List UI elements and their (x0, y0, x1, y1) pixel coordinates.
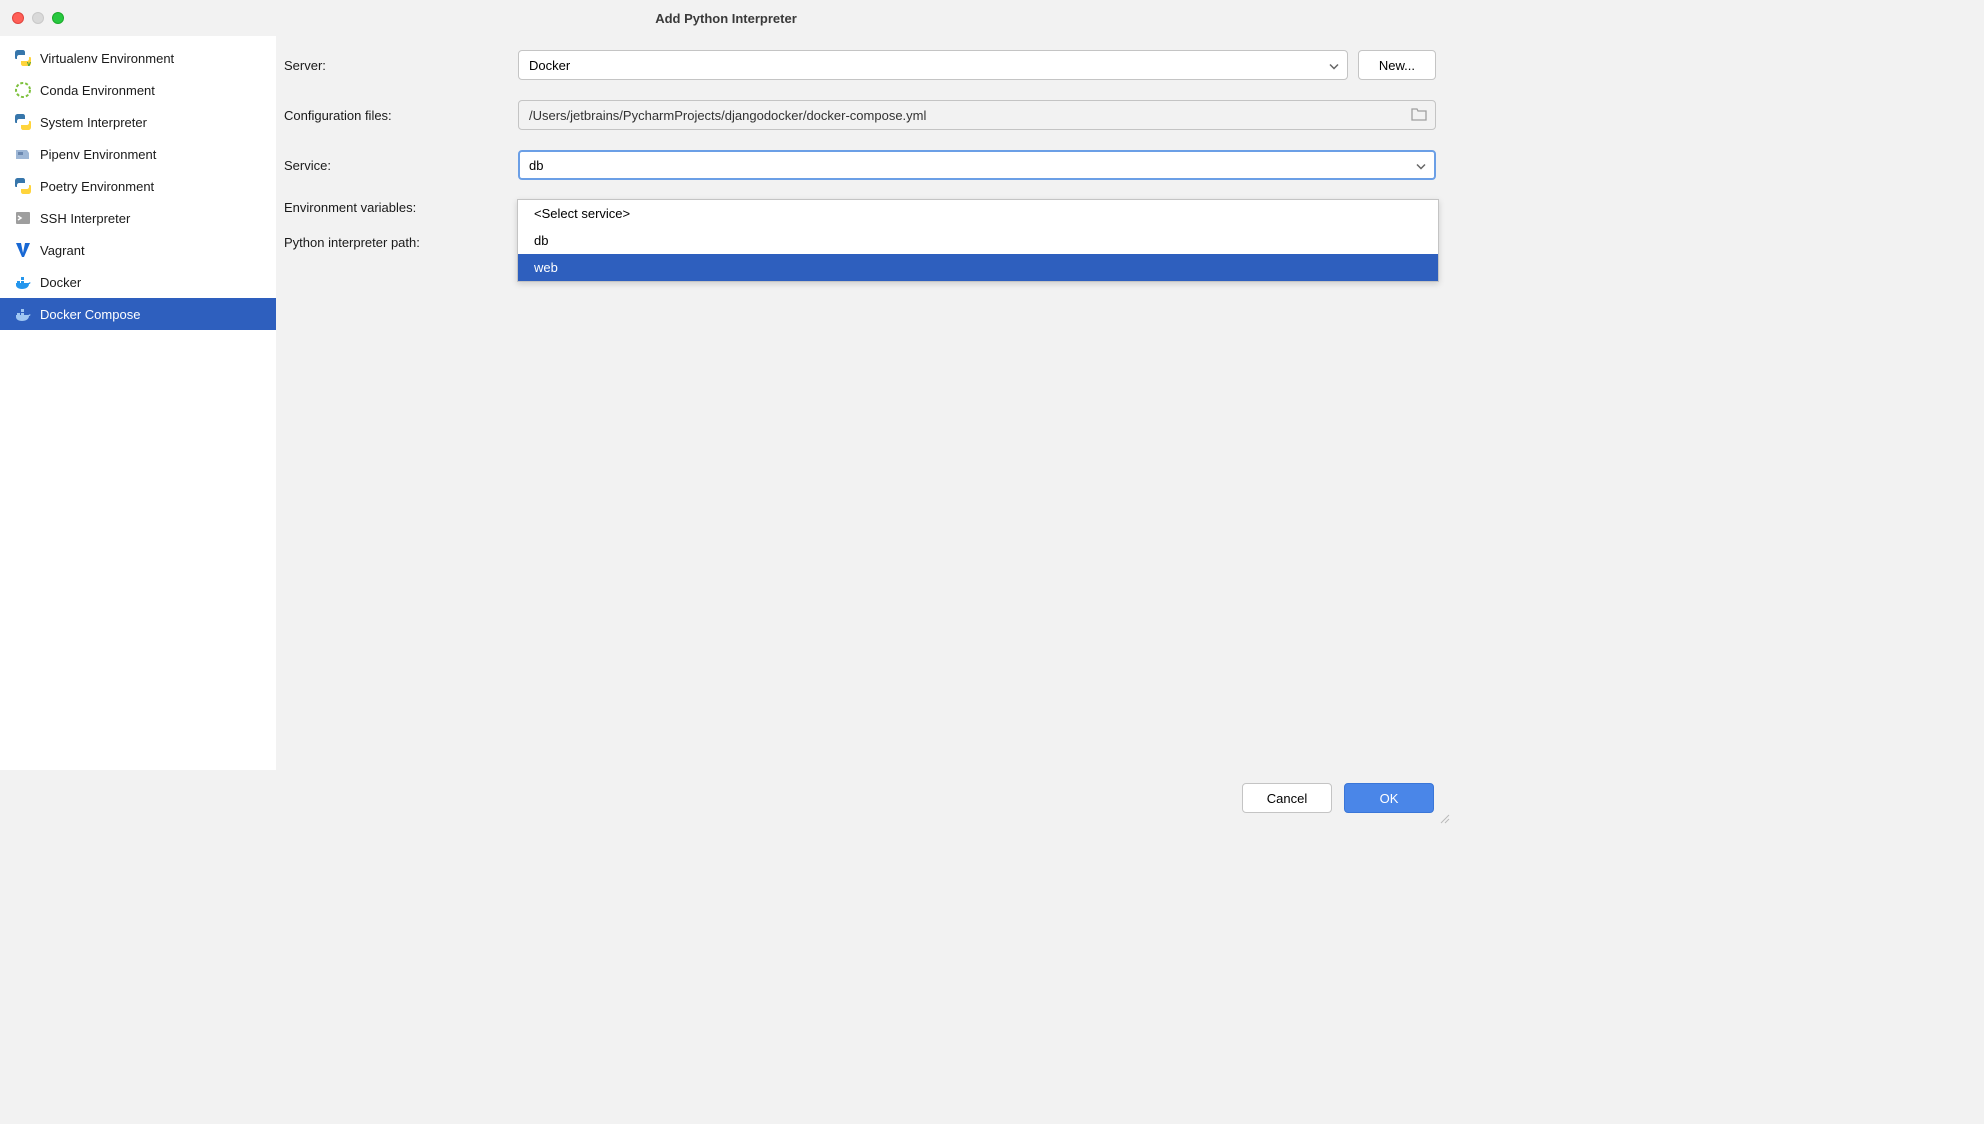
sidebar-item-label: Vagrant (40, 243, 85, 258)
sidebar-item-docker-compose[interactable]: Docker Compose (0, 298, 276, 330)
interpreter-path-label: Python interpreter path: (284, 235, 506, 250)
sidebar-item-poetry[interactable]: Poetry Environment (0, 170, 276, 202)
poetry-icon (14, 177, 32, 195)
sidebar-item-label: Docker Compose (40, 307, 140, 322)
dialog-footer: Cancel OK (0, 770, 1452, 826)
sidebar-item-label: SSH Interpreter (40, 211, 130, 226)
config-files-label: Configuration files: (284, 108, 506, 123)
service-select-value: db (529, 158, 543, 173)
vagrant-icon (14, 241, 32, 259)
server-label: Server: (284, 58, 506, 73)
sidebar-item-label: Pipenv Environment (40, 147, 156, 162)
sidebar-item-docker[interactable]: Docker (0, 266, 276, 298)
service-row: Service: db (284, 150, 1436, 180)
titlebar: Add Python Interpreter (0, 0, 1452, 36)
sidebar-item-ssh[interactable]: SSH Interpreter (0, 202, 276, 234)
window-title: Add Python Interpreter (0, 11, 1452, 26)
service-select[interactable]: db (518, 150, 1436, 180)
server-row: Server: Docker New... (284, 50, 1436, 80)
config-files-input[interactable]: /Users/jetbrains/PycharmProjects/djangod… (518, 100, 1436, 130)
service-option-db[interactable]: db (518, 227, 1438, 254)
docker-compose-icon (14, 305, 32, 323)
config-files-value: /Users/jetbrains/PycharmProjects/djangod… (529, 108, 926, 123)
config-files-row: Configuration files: /Users/jetbrains/Py… (284, 100, 1436, 130)
env-vars-label: Environment variables: (284, 200, 506, 215)
python-venv-icon: v (14, 49, 32, 67)
close-window-button[interactable] (12, 12, 24, 24)
sidebar-item-label: Virtualenv Environment (40, 51, 174, 66)
service-label: Service: (284, 158, 506, 173)
minimize-window-button[interactable] (32, 12, 44, 24)
maximize-window-button[interactable] (52, 12, 64, 24)
pipenv-icon (14, 145, 32, 163)
sidebar-item-system[interactable]: System Interpreter (0, 106, 276, 138)
server-select[interactable]: Docker (518, 50, 1348, 80)
main-content: v Virtualenv Environment Conda Environme… (0, 36, 1452, 770)
svg-text:v: v (27, 61, 31, 67)
service-option-web[interactable]: web (518, 254, 1438, 281)
new-server-button[interactable]: New... (1358, 50, 1436, 80)
sidebar-item-conda[interactable]: Conda Environment (0, 74, 276, 106)
ok-button[interactable]: OK (1344, 783, 1434, 813)
sidebar-item-vagrant[interactable]: Vagrant (0, 234, 276, 266)
docker-icon (14, 273, 32, 291)
sidebar-item-virtualenv[interactable]: v Virtualenv Environment (0, 42, 276, 74)
folder-icon[interactable] (1411, 107, 1427, 124)
interpreter-type-list: v Virtualenv Environment Conda Environme… (0, 36, 276, 770)
window-controls (12, 12, 64, 24)
service-dropdown: <Select service> db web (517, 199, 1439, 282)
sidebar-item-label: Conda Environment (40, 83, 155, 98)
sidebar-item-label: Docker (40, 275, 81, 290)
python-icon (14, 113, 32, 131)
conda-icon (14, 81, 32, 99)
sidebar-item-label: Poetry Environment (40, 179, 154, 194)
chevron-down-icon (1416, 158, 1426, 173)
service-option-placeholder[interactable]: <Select service> (518, 200, 1438, 227)
form-panel: Server: Docker New... Configuration file… (276, 36, 1452, 770)
resize-grip[interactable] (1438, 812, 1450, 824)
cancel-button[interactable]: Cancel (1242, 783, 1332, 813)
ssh-icon (14, 209, 32, 227)
sidebar-item-pipenv[interactable]: Pipenv Environment (0, 138, 276, 170)
server-select-value: Docker (529, 58, 570, 73)
chevron-down-icon (1329, 58, 1339, 73)
sidebar-item-label: System Interpreter (40, 115, 147, 130)
